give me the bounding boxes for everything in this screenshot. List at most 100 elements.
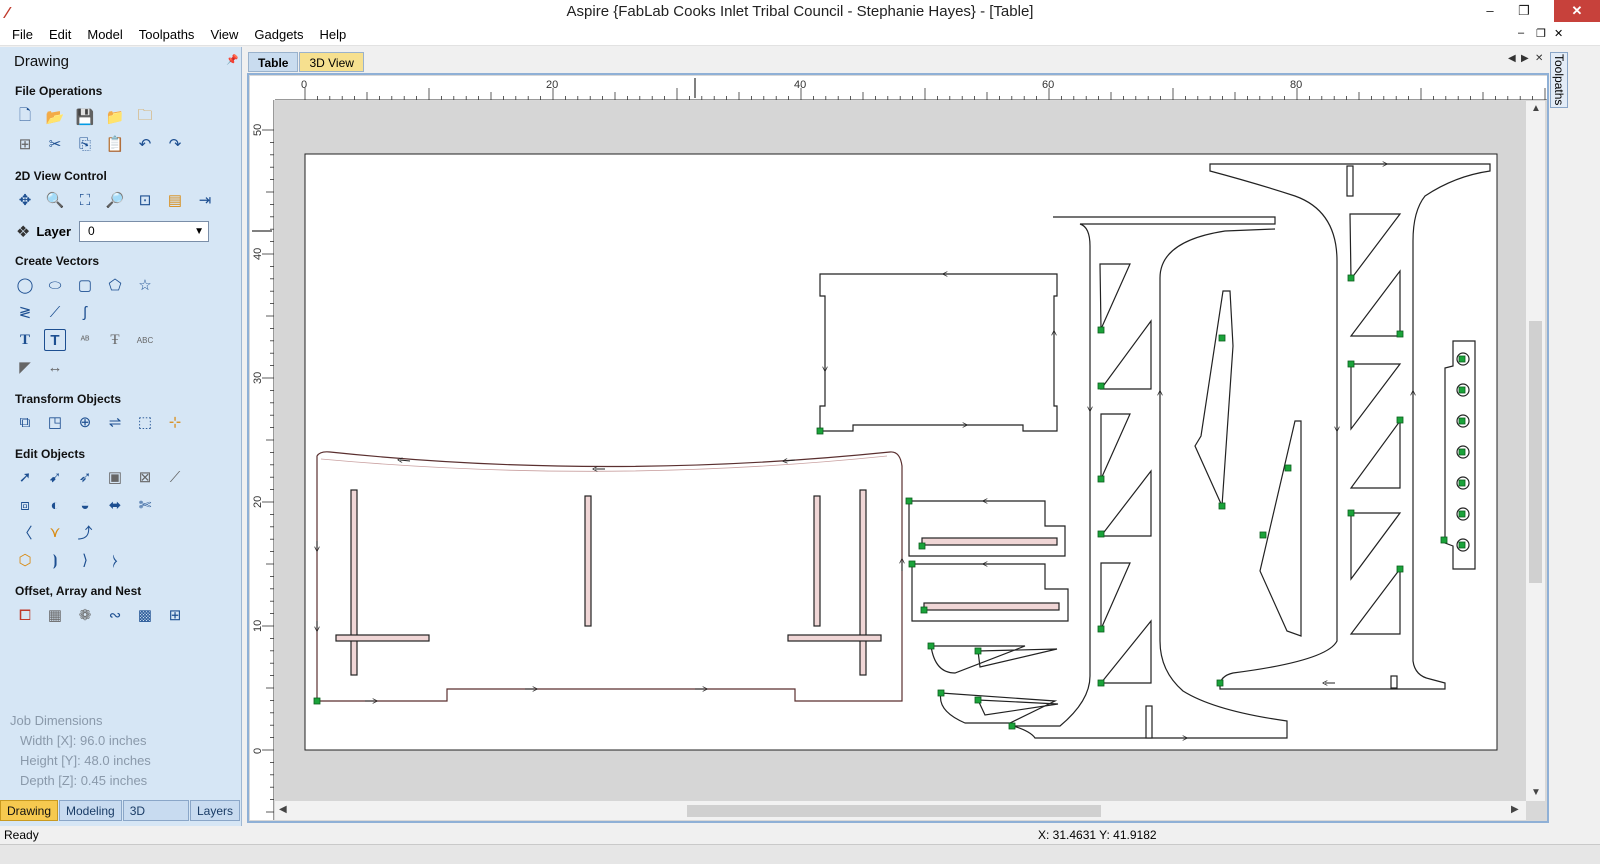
text-on-curve-icon[interactable]: ᴬᴮ: [74, 329, 96, 351]
zoom-extents-icon[interactable]: ⛶: [74, 189, 96, 211]
scroll-right-icon[interactable]: ▶: [1511, 804, 1519, 815]
slot-left[interactable]: [350, 489, 358, 676]
import-bitmap-icon[interactable]: 🗀: [134, 106, 156, 128]
text-arc-icon[interactable]: ABC: [134, 329, 156, 351]
slot-right-inner[interactable]: [813, 495, 821, 627]
open-file-icon[interactable]: 📂: [44, 106, 66, 128]
copy-along-vectors-icon[interactable]: ∾: [104, 604, 126, 626]
scroll-left-icon[interactable]: ◀: [279, 804, 287, 815]
tab-close-icon[interactable]: ✕: [1535, 53, 1543, 64]
copy-icon[interactable]: ⎘: [74, 133, 96, 155]
menu-help[interactable]: Help: [312, 24, 355, 46]
zoom-icon[interactable]: 🔍: [44, 189, 66, 211]
block-copy-icon[interactable]: ▦: [44, 604, 66, 626]
trim-icon[interactable]: ✄: [134, 494, 156, 516]
tab-modeling[interactable]: Modeling: [59, 800, 122, 821]
slot-right-outer[interactable]: [859, 489, 867, 676]
polygon-icon[interactable]: ⬠: [104, 274, 126, 296]
ellipse-icon[interactable]: ⬭: [44, 274, 66, 296]
ungroup-icon[interactable]: ⊠: [134, 466, 156, 488]
node-edit-icon[interactable]: ➹: [44, 466, 66, 488]
tab-3d-clipart[interactable]: 3D Clipart: [122, 800, 189, 839]
crossbar-left[interactable]: [335, 634, 430, 642]
move-icon[interactable]: ⧉: [14, 411, 36, 433]
spline-icon[interactable]: ʃ: [74, 301, 96, 323]
curve-fit-icon[interactable]: ⦘: [44, 549, 66, 571]
tab-3d-view[interactable]: 3D View: [299, 52, 364, 72]
star-icon[interactable]: ☆: [134, 274, 156, 296]
vertical-scroll-thumb[interactable]: [1529, 321, 1542, 583]
zoom-selection-icon[interactable]: ⊡: [134, 189, 156, 211]
undo-icon[interactable]: ↶: [134, 133, 156, 155]
mirror-icon[interactable]: ⇌: [104, 411, 126, 433]
offset-icon[interactable]: ⧠: [14, 604, 36, 626]
redo-icon[interactable]: ↷: [164, 133, 186, 155]
tab-layers[interactable]: Layers: [189, 800, 240, 821]
drawing-canvas[interactable]: [275, 101, 1526, 801]
maximize-button[interactable]: ❐: [1510, 0, 1538, 22]
circle-icon[interactable]: ◯: [14, 274, 36, 296]
switch-view-icon[interactable]: ⇥: [194, 189, 216, 211]
tab-table[interactable]: Table: [248, 52, 299, 72]
pin-icon[interactable]: 📌: [226, 55, 238, 66]
cut-icon[interactable]: ✂: [44, 133, 66, 155]
close-button[interactable]: ✕: [1554, 0, 1600, 22]
menu-model[interactable]: Model: [79, 24, 130, 46]
bezier-icon[interactable]: ⟋: [44, 301, 66, 323]
mdi-close-icon[interactable]: ✕: [1554, 27, 1563, 40]
subtract-icon[interactable]: ◐: [44, 494, 66, 516]
menu-edit[interactable]: Edit: [41, 24, 79, 46]
select-icon[interactable]: ➚: [14, 466, 36, 488]
toolpaths-side-tab[interactable]: Toolpaths: [1550, 52, 1568, 108]
aspire-app-icon[interactable]: ⁄: [6, 2, 9, 26]
horizontal-scroll-thumb[interactable]: [687, 805, 1101, 817]
tab-scroll-right-icon[interactable]: ▶: [1521, 53, 1529, 64]
pan-icon[interactable]: ✥: [14, 189, 36, 211]
align-icon[interactable]: ⊕: [74, 411, 96, 433]
fillet-icon[interactable]: 〈: [14, 521, 36, 543]
group-icon[interactable]: ▣: [104, 466, 126, 488]
intersect-icon[interactable]: ◒: [74, 494, 96, 516]
split-icon[interactable]: ⧽: [104, 549, 126, 571]
scroll-down-icon[interactable]: ▼: [1531, 787, 1541, 798]
slot-center[interactable]: [584, 495, 592, 627]
scroll-up-icon[interactable]: ▲: [1531, 103, 1541, 114]
layer-dropdown[interactable]: 0 ▼: [79, 221, 210, 242]
close-vector-icon[interactable]: ⬡: [14, 549, 36, 571]
interactive-transform-icon[interactable]: ➶: [74, 466, 96, 488]
horizontal-scrollbar[interactable]: ◀ ▶: [275, 801, 1526, 820]
mdi-restore-icon[interactable]: ❐: [1536, 27, 1546, 40]
save-icon[interactable]: 💾: [74, 106, 96, 128]
paste-icon[interactable]: 📋: [104, 133, 126, 155]
text-layout-icon[interactable]: Ŧ: [104, 329, 126, 351]
import-vectors-icon[interactable]: 📁: [104, 106, 126, 128]
extend-icon[interactable]: ⤴: [74, 521, 96, 543]
rectangle-icon[interactable]: ▢: [74, 274, 96, 296]
set-size-icon[interactable]: ◳: [44, 411, 66, 433]
new-file-icon[interactable]: 🗋: [14, 106, 36, 128]
smooth-icon[interactable]: ⟩: [74, 549, 96, 571]
dogbone-icon[interactable]: ⋎: [44, 521, 66, 543]
auto-layout-text-icon[interactable]: T: [44, 329, 66, 351]
text-icon[interactable]: T: [14, 329, 36, 351]
measure-icon[interactable]: ⟋: [164, 466, 186, 488]
mdi-minimize-icon[interactable]: –: [1518, 27, 1524, 39]
trace-bitmap-icon[interactable]: ◤: [14, 356, 36, 378]
menu-toolpaths[interactable]: Toolpaths: [131, 24, 203, 46]
weld-icon[interactable]: ⧈: [14, 494, 36, 516]
circular-copy-icon[interactable]: ❁: [74, 604, 96, 626]
join-icon[interactable]: ⬌: [104, 494, 126, 516]
crossbar-right[interactable]: [787, 634, 882, 642]
menu-view[interactable]: View: [202, 24, 246, 46]
minimize-button[interactable]: –: [1476, 0, 1504, 22]
vertical-scrollbar[interactable]: ▲ ▼: [1526, 101, 1545, 801]
toggle-view-icon[interactable]: ▤: [164, 189, 186, 211]
polyline-icon[interactable]: ≷: [14, 301, 36, 323]
nest-icon[interactable]: ▩: [134, 604, 156, 626]
menu-file[interactable]: File: [0, 24, 41, 46]
zoom-box-icon[interactable]: 🔎: [104, 189, 126, 211]
transform-origin-icon[interactable]: ⊹: [164, 411, 186, 433]
job-setup-icon[interactable]: ⊞: [14, 133, 36, 155]
distort-icon[interactable]: ⬚: [134, 411, 156, 433]
menu-gadgets[interactable]: Gadgets: [246, 24, 311, 46]
